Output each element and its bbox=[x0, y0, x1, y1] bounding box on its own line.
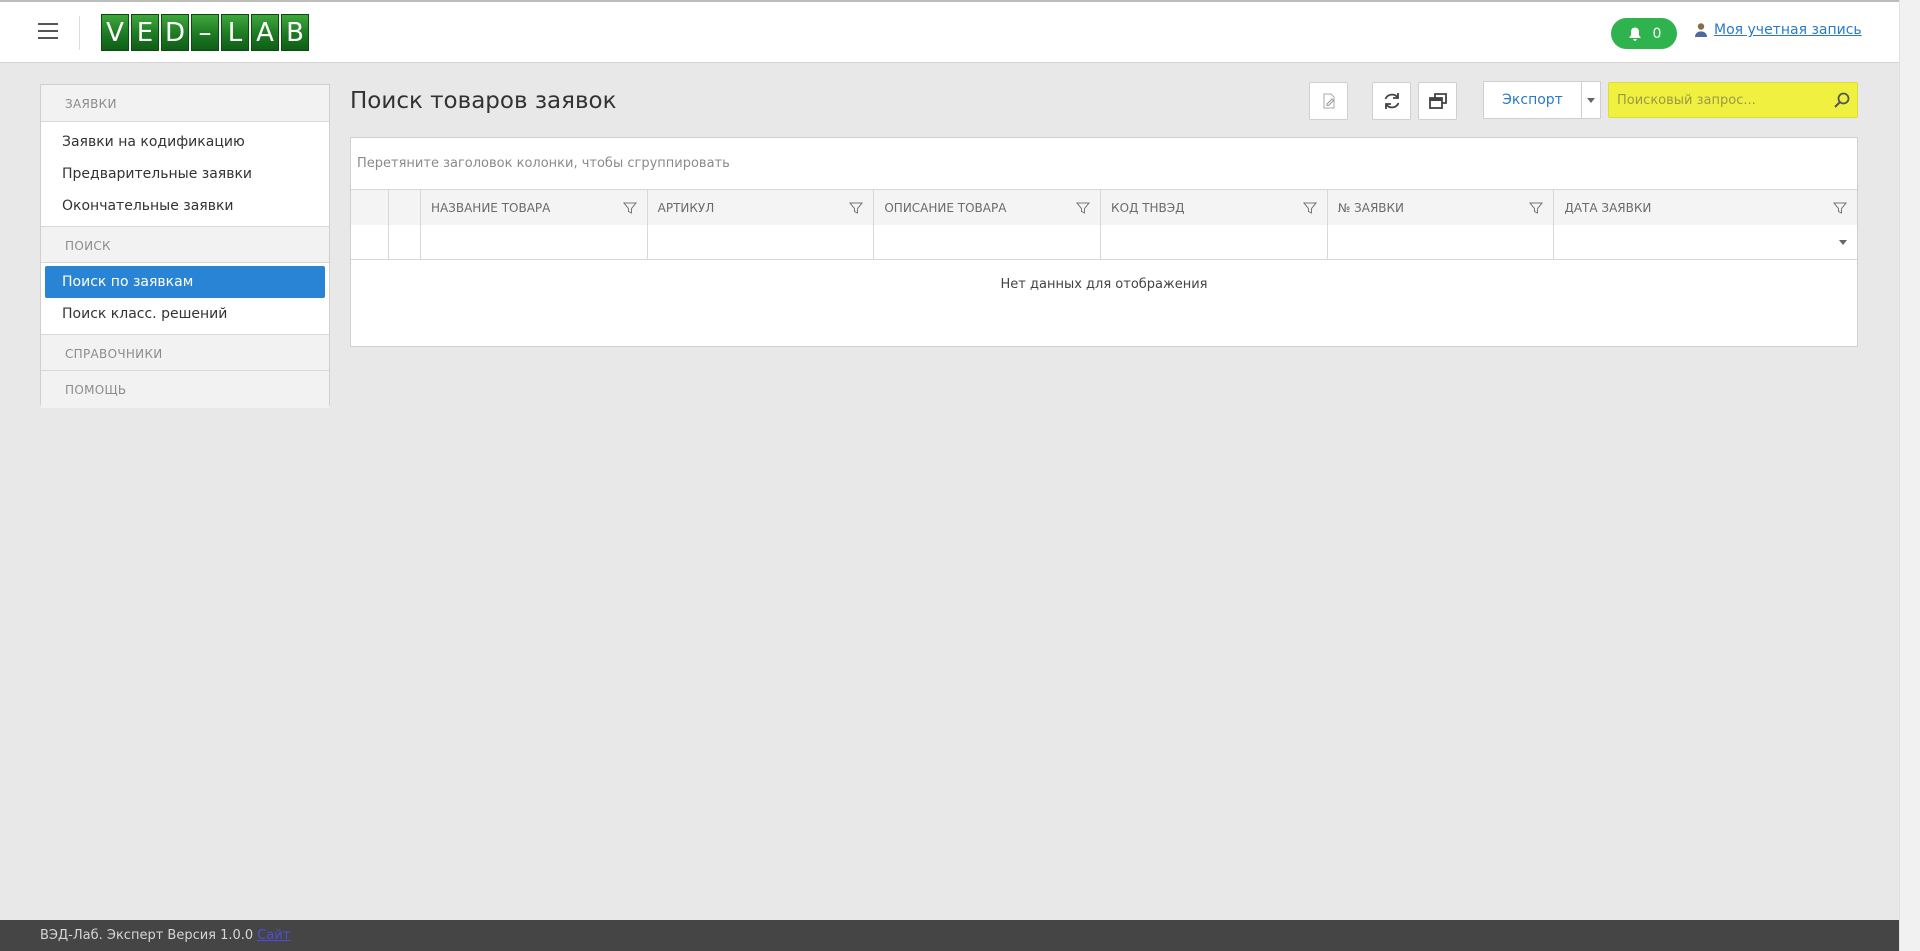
sidebar-section-search[interactable]: ПОИСК bbox=[41, 226, 329, 263]
grid-header-row: НАЗВАНИЕ ТОВАРА АРТИКУЛ ОПИСАНИЕ ТОВАРА КОД… bbox=[351, 190, 1857, 225]
sidebar-item-label: Окончательные заявки bbox=[62, 198, 234, 214]
search-icon bbox=[1834, 92, 1850, 108]
edit-document-icon bbox=[1323, 93, 1334, 109]
account-link[interactable]: Моя учетная запись bbox=[1694, 22, 1862, 38]
window-restore-icon bbox=[1428, 93, 1447, 109]
sidebar-section-orders[interactable]: ЗАЯВКИ bbox=[41, 85, 329, 122]
logo-letter: D bbox=[161, 14, 189, 51]
sidebar-item-codification-orders[interactable]: Заявки на кодификацию bbox=[41, 126, 329, 158]
logo-letter: – bbox=[191, 14, 219, 51]
scrollbar[interactable] bbox=[1899, 0, 1920, 951]
column-header-tnved-code[interactable]: КОД ТНВЭД bbox=[1101, 190, 1328, 225]
filter-cell-order-date[interactable] bbox=[1554, 225, 1857, 259]
filter-icon[interactable] bbox=[1076, 201, 1091, 215]
caret-down-icon bbox=[1587, 97, 1595, 103]
footer-text: ВЭД-Лаб. Эксперт Версия 1.0.0 bbox=[40, 928, 254, 943]
filter-cell-product-description[interactable] bbox=[874, 225, 1102, 259]
sidebar: ЗАЯВКИ Заявки на кодификацию Предварител… bbox=[40, 84, 330, 408]
grid-filter-row bbox=[351, 225, 1857, 260]
logo-letter: L bbox=[221, 14, 249, 51]
notifications-button[interactable]: 0 bbox=[1611, 18, 1677, 49]
export-label: Экспорт bbox=[1484, 82, 1582, 118]
grid-detail-col bbox=[389, 190, 421, 225]
logo-letter: B bbox=[281, 14, 309, 51]
sidebar-item-preliminary-orders[interactable]: Предварительные заявки bbox=[41, 158, 329, 190]
filter-icon[interactable] bbox=[849, 201, 864, 215]
export-dropdown[interactable] bbox=[1582, 82, 1600, 118]
search-input[interactable] bbox=[1609, 83, 1827, 117]
filter-cell-article[interactable] bbox=[648, 225, 875, 259]
column-header-label: НАЗВАНИЕ ТОВАРА bbox=[430, 201, 551, 215]
section-title: СПРАВОЧНИКИ bbox=[65, 347, 163, 361]
column-header-label: АРТИКУЛ bbox=[657, 201, 715, 215]
column-header-order-number[interactable]: № ЗАЯВКИ bbox=[1328, 190, 1555, 225]
column-header-label: КОД ТНВЭД bbox=[1111, 201, 1185, 215]
filter-icon[interactable] bbox=[1833, 201, 1848, 215]
sidebar-item-label: Заявки на кодификацию bbox=[62, 134, 245, 150]
filter-cell-empty bbox=[351, 225, 389, 259]
filter-icon[interactable] bbox=[1302, 201, 1317, 215]
search-button[interactable] bbox=[1827, 91, 1857, 109]
column-header-product-description[interactable]: ОПИСАНИЕ ТОВАРА bbox=[874, 190, 1102, 225]
restore-layout-button[interactable] bbox=[1418, 82, 1457, 120]
empty-state: Нет данных для отображения bbox=[1000, 277, 1208, 292]
data-grid: Перетяните заголовок колонки, чтобы сгру… bbox=[350, 137, 1858, 347]
search-box bbox=[1608, 82, 1858, 118]
export-button[interactable]: Экспорт bbox=[1483, 81, 1601, 119]
sidebar-section-help[interactable]: ПОМОЩЬ bbox=[41, 371, 329, 408]
top-bar: V E D – L A B 0 Моя учетная запись bbox=[0, 0, 1899, 63]
column-header-label: № ЗАЯВКИ bbox=[1337, 201, 1405, 215]
filter-icon[interactable] bbox=[1529, 201, 1544, 215]
divider bbox=[79, 16, 80, 50]
refresh-icon bbox=[1384, 93, 1399, 109]
column-header-label: ОПИСАНИЕ ТОВАРА bbox=[884, 201, 1007, 215]
filter-cell-order-number[interactable] bbox=[1328, 225, 1555, 259]
sidebar-item-label: Поиск по заявкам bbox=[62, 274, 194, 290]
bell-icon bbox=[1629, 27, 1641, 41]
column-header-product-name[interactable]: НАЗВАНИЕ ТОВАРА bbox=[421, 190, 648, 225]
sidebar-item-search-orders[interactable]: Поиск по заявкам bbox=[45, 266, 325, 298]
logo-letter: V bbox=[101, 14, 129, 51]
sidebar-item-search-decisions[interactable]: Поиск класс. решений bbox=[41, 298, 329, 330]
logo[interactable]: V E D – L A B bbox=[101, 14, 309, 51]
site-link[interactable]: Сайт bbox=[257, 928, 290, 943]
column-header-order-date[interactable]: ДАТА ЗАЯВКИ bbox=[1554, 190, 1857, 225]
refresh-button[interactable] bbox=[1372, 82, 1411, 120]
sidebar-section-references[interactable]: СПРАВОЧНИКИ bbox=[41, 334, 329, 371]
menu-icon[interactable] bbox=[38, 23, 58, 40]
filter-icon[interactable] bbox=[622, 201, 637, 215]
user-icon bbox=[1695, 23, 1707, 37]
footer: ВЭД-Лаб. Эксперт Версия 1.0.0 Сайт bbox=[0, 920, 1899, 951]
account-label: Моя учетная запись bbox=[1714, 22, 1862, 38]
filter-cell-product-name[interactable] bbox=[421, 225, 648, 259]
sidebar-item-label: Поиск класс. решений bbox=[62, 306, 228, 322]
filter-cell-empty bbox=[389, 225, 421, 259]
group-panel[interactable]: Перетяните заголовок колонки, чтобы сгру… bbox=[351, 138, 1857, 190]
notifications-count: 0 bbox=[1652, 25, 1662, 42]
section-title: ПОИСК bbox=[65, 239, 111, 253]
page-title: Поиск товаров заявок bbox=[350, 88, 617, 114]
section-title: ЗАЯВКИ bbox=[65, 97, 117, 111]
date-dropdown-caret[interactable] bbox=[1839, 240, 1848, 245]
section-title: ПОМОЩЬ bbox=[65, 383, 127, 397]
edit-button[interactable] bbox=[1309, 82, 1348, 120]
logo-letter: A bbox=[251, 14, 279, 51]
sidebar-item-final-orders[interactable]: Окончательные заявки bbox=[41, 190, 329, 222]
filter-cell-tnved-code[interactable] bbox=[1101, 225, 1328, 259]
logo-letter: E bbox=[131, 14, 159, 51]
sidebar-item-label: Предварительные заявки bbox=[62, 166, 253, 182]
column-header-article[interactable]: АРТИКУЛ bbox=[648, 190, 875, 225]
grid-group-col bbox=[351, 190, 389, 225]
column-header-label: ДАТА ЗАЯВКИ bbox=[1564, 201, 1652, 215]
